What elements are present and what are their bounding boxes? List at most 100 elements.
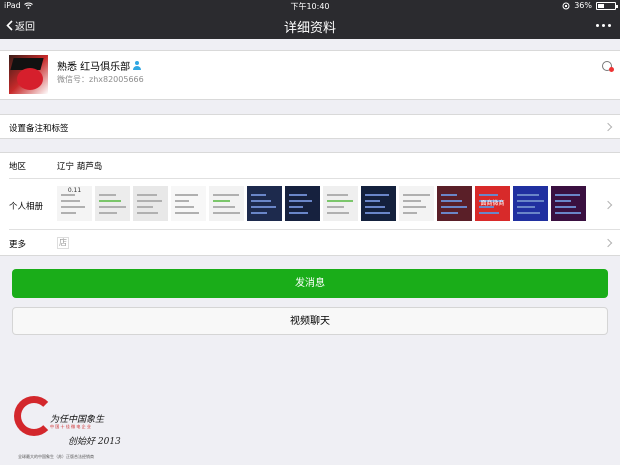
album-thumbnail[interactable] bbox=[323, 186, 358, 221]
more-row[interactable]: 更多 bbox=[0, 230, 620, 257]
thumbnail-line bbox=[213, 194, 239, 196]
album-label: 个人相册 bbox=[9, 202, 44, 212]
logo-ring bbox=[14, 396, 54, 436]
album-thumbnail[interactable] bbox=[95, 186, 130, 221]
more-options-button[interactable] bbox=[596, 24, 611, 27]
album-thumbnail[interactable] bbox=[399, 186, 434, 221]
battery-fill bbox=[598, 3, 604, 8]
album-thumbnail[interactable] bbox=[551, 186, 586, 221]
album-thumbnail[interactable]: 面商微商 bbox=[475, 186, 510, 221]
thumbnail-line bbox=[137, 194, 157, 196]
thumbnail-line bbox=[441, 194, 457, 196]
battery-icon bbox=[596, 1, 618, 10]
thumbnail-line bbox=[61, 212, 76, 214]
thumbnail-line bbox=[517, 194, 539, 196]
thumbnail-line bbox=[327, 206, 344, 208]
thumbnail-line bbox=[137, 212, 158, 214]
thumbnail-line bbox=[441, 206, 467, 208]
thumbnail-line bbox=[555, 206, 576, 208]
thumbnail-line bbox=[175, 206, 194, 208]
contact-name: 熟悉 红马俱乐部 bbox=[57, 62, 131, 73]
thumbnail-line bbox=[441, 212, 458, 214]
region-label: 地区 bbox=[9, 162, 27, 172]
thumbnail-line bbox=[327, 200, 353, 202]
album-thumbnail[interactable] bbox=[513, 186, 548, 221]
thumbnail-line bbox=[251, 212, 267, 214]
dot-icon bbox=[602, 24, 605, 27]
thumbnail-line bbox=[403, 200, 421, 202]
album-thumbnail[interactable] bbox=[361, 186, 396, 221]
thumbnail-line bbox=[327, 194, 348, 196]
mute-notification-icon[interactable] bbox=[602, 61, 614, 72]
thumbnail-text: 面商微商 bbox=[480, 200, 505, 207]
chevron-right-icon bbox=[603, 238, 613, 248]
thumbnail-line bbox=[61, 194, 75, 196]
thumbnail-line bbox=[213, 206, 235, 208]
thumbnail-line bbox=[479, 212, 499, 214]
avatar-fish bbox=[17, 68, 43, 90]
album-thumbnail[interactable] bbox=[171, 186, 206, 221]
album-thumbnail[interactable] bbox=[285, 186, 320, 221]
chevron-right-icon bbox=[603, 122, 613, 132]
thumbnail-line bbox=[441, 200, 462, 202]
album-thumbnails[interactable]: 0.11 面商微商 bbox=[57, 186, 586, 221]
shop-icon: 店 bbox=[57, 237, 69, 249]
thumbnail-line bbox=[61, 206, 85, 208]
set-remark-row[interactable]: 设置备注和标签 bbox=[0, 114, 620, 139]
set-remark-label: 设置备注和标签 bbox=[9, 124, 69, 134]
profile-card[interactable]: 熟悉 红马俱乐部 微信号：zhx82005666 bbox=[0, 50, 620, 100]
logo-subtitle: 中 国 十 佳 微 电 企 业 bbox=[50, 424, 91, 429]
thumbnail-line bbox=[517, 200, 544, 202]
thumbnail-line bbox=[251, 206, 276, 208]
send-message-button[interactable]: 发消息 bbox=[12, 269, 608, 298]
thumbnail-line bbox=[479, 194, 498, 196]
thumbnail-line bbox=[289, 212, 308, 214]
thumbnail-line bbox=[61, 200, 80, 202]
person-icon bbox=[133, 61, 142, 70]
thumbnail-line bbox=[365, 206, 385, 208]
thumbnail-line bbox=[99, 194, 116, 196]
album-thumbnail[interactable] bbox=[247, 186, 282, 221]
thumbnail-line bbox=[289, 200, 312, 202]
thumbnail-line bbox=[365, 212, 390, 214]
thumbnail-line bbox=[289, 194, 307, 196]
thumbnail-line bbox=[289, 206, 303, 208]
video-call-button[interactable]: 视频聊天 bbox=[12, 307, 608, 335]
album-thumbnail[interactable]: 0.11 bbox=[57, 186, 92, 221]
battery-percent: 36% bbox=[574, 1, 592, 10]
logo-signature: 创始好 2013 bbox=[68, 437, 121, 447]
thumbnail-line bbox=[555, 194, 580, 196]
navigation-bar: 返回 详细资料 bbox=[0, 13, 620, 39]
thumbnail-line bbox=[137, 206, 153, 208]
thumbnail-line bbox=[251, 194, 266, 196]
thumbnail-line bbox=[555, 200, 571, 202]
thumbnail-line bbox=[365, 200, 380, 202]
dot-icon bbox=[608, 24, 611, 27]
thumbnail-line bbox=[99, 206, 126, 208]
thumbnail-line bbox=[99, 200, 121, 202]
album-thumbnail[interactable] bbox=[437, 186, 472, 221]
wechat-id: 微信号：zhx82005666 bbox=[57, 75, 144, 84]
watermark-logo: 为任中国象生 中 国 十 佳 微 电 企 业 创始好 2013 全球最大的中国象… bbox=[14, 392, 124, 462]
thumbnail-line bbox=[213, 212, 240, 214]
thumbnail-line bbox=[175, 212, 199, 214]
thumbnail-line bbox=[175, 200, 189, 202]
thumbnail-line bbox=[137, 200, 162, 202]
rotation-lock-icon bbox=[562, 2, 570, 9]
logo-caption: 全球最大的中国象生（苏）正版合法经销商 bbox=[18, 454, 94, 459]
avatar[interactable] bbox=[9, 55, 48, 94]
thumbnail-line bbox=[365, 194, 389, 196]
thumbnail-line bbox=[175, 194, 198, 196]
chevron-right-icon bbox=[603, 200, 613, 210]
album-thumbnail[interactable] bbox=[133, 186, 168, 221]
status-bar: iPad 下午10:40 36% bbox=[0, 0, 620, 13]
thumbnail-line bbox=[327, 212, 349, 214]
thumbnail-text: 0.11 bbox=[67, 187, 82, 194]
dot-icon bbox=[596, 24, 599, 27]
more-label: 更多 bbox=[9, 240, 27, 250]
region-value: 辽宁 葫芦岛 bbox=[57, 162, 103, 172]
thumbnail-line bbox=[403, 206, 426, 208]
thumbnail-line bbox=[403, 212, 417, 214]
album-thumbnail[interactable] bbox=[209, 186, 244, 221]
thumbnail-line bbox=[403, 194, 430, 196]
